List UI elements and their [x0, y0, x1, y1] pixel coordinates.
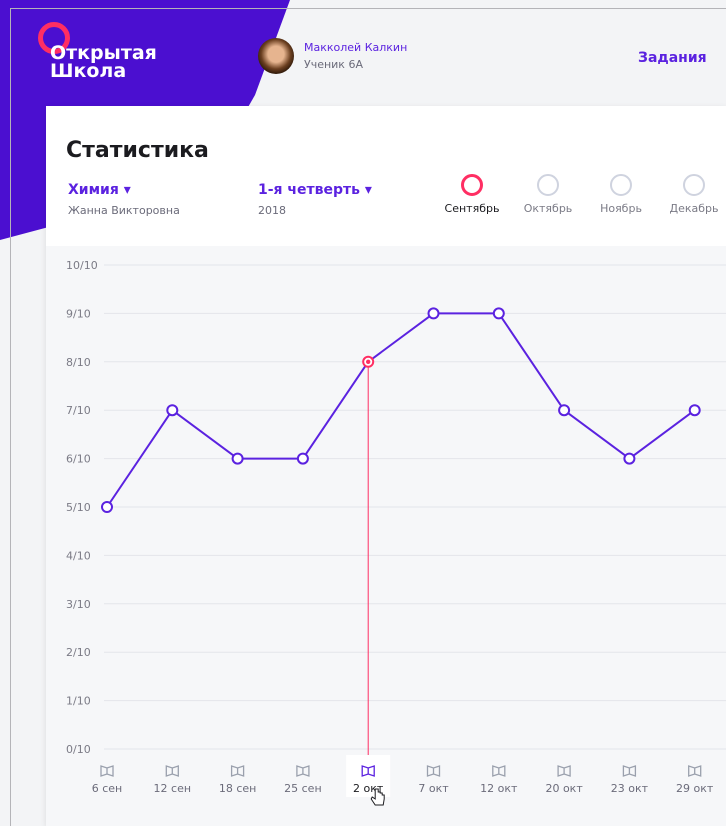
- x-tick-label[interactable]: 18 сен: [219, 782, 257, 795]
- nav-tasks-link[interactable]: Задания: [638, 50, 707, 66]
- book-icon[interactable]: [230, 765, 245, 777]
- grades-chart: 0/10 1/10 2/10 3/10 4/10 5/10 6/10 7/10 8/10 9/10…: [66, 259, 726, 806]
- y-tick-label: 10/10: [66, 259, 98, 272]
- month-circle-icon: [537, 174, 559, 196]
- quarter-year: 2018: [258, 204, 286, 217]
- book-icon[interactable]: [492, 765, 506, 777]
- book-icon[interactable]: [557, 765, 571, 777]
- y-tick-label: 7/10: [66, 404, 91, 417]
- page-title: Статистика: [66, 138, 209, 163]
- month-label: Сентябрь: [444, 202, 500, 215]
- book-icon[interactable]: [165, 765, 179, 777]
- data-point[interactable]: [492, 307, 505, 320]
- book-icon[interactable]: [688, 765, 702, 777]
- avatar[interactable]: [258, 38, 294, 74]
- user-name: Макколей Калкин: [304, 41, 408, 54]
- user-profile[interactable]: Макколей Калкин Ученик 6А: [258, 38, 407, 74]
- month-october[interactable]: Октябрь: [513, 174, 583, 215]
- y-tick-label: 6/10: [66, 453, 91, 466]
- subject-selector[interactable]: Химия ▾ Жанна Викторовна: [68, 182, 180, 217]
- logo[interactable]: Открытая Школа: [34, 22, 194, 104]
- book-icon[interactable]: [622, 765, 637, 777]
- month-active-circle-icon: [461, 174, 483, 196]
- y-tick-label: 4/10: [66, 549, 91, 562]
- app-frame: Открытая Школа Макколей Калкин Ученик 6А…: [0, 0, 726, 826]
- month-label: Октябрь: [523, 202, 573, 215]
- y-tick-label: 3/10: [66, 598, 91, 611]
- data-point[interactable]: [296, 452, 309, 465]
- book-icon[interactable]: [426, 765, 441, 777]
- x-tick-label[interactable]: 12 окт: [480, 782, 518, 795]
- data-point[interactable]: [688, 404, 701, 417]
- y-tick-label: 5/10: [66, 501, 91, 514]
- y-tick-label: 1/10: [66, 695, 91, 708]
- y-tick-label: 0/10: [66, 743, 91, 756]
- y-tick-label: 8/10: [66, 356, 91, 369]
- subject-label[interactable]: Химия ▾: [68, 182, 180, 198]
- teacher-name: Жанна Викторовна: [68, 204, 180, 217]
- y-tick-label: 2/10: [66, 646, 91, 659]
- chart-area: 0/10 1/10 2/10 3/10 4/10 5/10 6/10 7/10 8/10 9/10…: [46, 246, 726, 826]
- data-point[interactable]: [231, 452, 244, 465]
- data-point[interactable]: [558, 404, 571, 417]
- x-tick-label[interactable]: 7 окт: [418, 782, 449, 795]
- x-tick-label[interactable]: 6 сен: [92, 782, 123, 795]
- data-point[interactable]: [101, 501, 113, 513]
- book-icon[interactable]: [100, 765, 114, 777]
- month-label: Ноябрь: [600, 202, 642, 215]
- quarter-selector[interactable]: 1-я четверть ▾ 2018: [258, 182, 372, 217]
- x-tick-label[interactable]: 23 окт: [611, 782, 649, 795]
- user-class: Ученик 6А: [304, 58, 363, 71]
- data-point[interactable]: [623, 452, 636, 465]
- y-tick-label: 9/10: [66, 307, 91, 320]
- data-point-selected-dot: [366, 359, 371, 364]
- month-label: Декабрь: [669, 202, 719, 215]
- data-point[interactable]: [166, 404, 179, 417]
- month-circle-icon: [683, 174, 705, 196]
- month-december[interactable]: Декабрь: [659, 174, 726, 215]
- month-circle-icon: [610, 174, 632, 196]
- x-tick-label[interactable]: 25 сен: [284, 782, 322, 795]
- month-november[interactable]: Ноябрь: [586, 174, 656, 215]
- x-tick-label[interactable]: 12 сен: [154, 782, 192, 795]
- month-september[interactable]: Сентябрь: [437, 174, 507, 215]
- logo-line2: Школа: [50, 60, 127, 82]
- statistics-card: Статистика Химия ▾ Жанна Викторовна 1-я …: [46, 106, 726, 826]
- x-tick-label[interactable]: 29 окт: [676, 782, 714, 795]
- x-tick-label[interactable]: 20 окт: [545, 782, 583, 795]
- book-icon[interactable]: [296, 765, 310, 777]
- quarter-label[interactable]: 1-я четверть ▾: [258, 182, 372, 198]
- data-point[interactable]: [427, 307, 440, 320]
